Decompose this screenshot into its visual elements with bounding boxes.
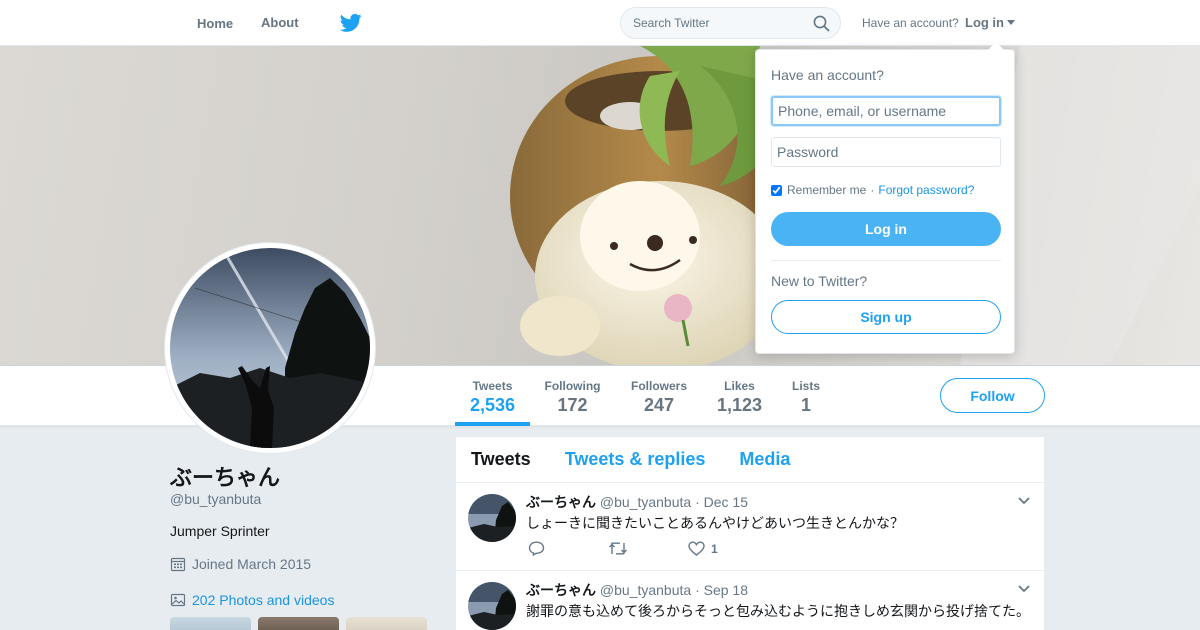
photo-thumbnail[interactable] xyxy=(346,617,427,630)
top-navigation-bar: Home About Have an account? Log in xyxy=(0,0,1200,46)
tweet-author-handle[interactable]: @bu_tyanbuta xyxy=(600,582,691,598)
new-to-twitter-text: New to Twitter? xyxy=(771,273,868,289)
remember-me-checkbox[interactable] xyxy=(771,184,782,196)
tweet-separator: · xyxy=(695,582,700,598)
chevron-down-icon[interactable] xyxy=(1018,497,1030,505)
signup-button[interactable]: Sign up xyxy=(771,300,1001,334)
photos-link-text: 202 Photos and videos xyxy=(192,592,335,608)
login-button[interactable]: Log in xyxy=(771,212,1001,246)
remember-separator: · xyxy=(870,183,875,197)
twitter-bird-icon xyxy=(340,13,362,32)
tweet-author-name[interactable]: ぶーちゃん xyxy=(526,582,596,598)
login-toggle-label: Log in xyxy=(965,15,1004,30)
tweet-text: しょーきに聞きたいことあるんやけどあいつ生きとんかな？ xyxy=(526,516,904,532)
stat-likes-value: 1,123 xyxy=(716,395,763,415)
retweet-icon xyxy=(609,542,627,555)
photo-thumbnail[interactable] xyxy=(258,617,339,630)
stat-following-label: Following xyxy=(544,379,601,393)
stat-tweets-value: 2,536 xyxy=(469,395,516,415)
profile-avatar[interactable] xyxy=(165,243,375,453)
password-field[interactable] xyxy=(771,137,1001,167)
tweet-author-name[interactable]: ぶーちゃん xyxy=(526,494,596,510)
dropdown-arrow xyxy=(988,42,1004,50)
username-field[interactable] xyxy=(771,96,1001,126)
chevron-down-icon[interactable] xyxy=(1018,585,1030,593)
avatar-image xyxy=(170,248,370,448)
image-icon xyxy=(170,593,186,607)
like-action[interactable]: 1 xyxy=(688,541,768,556)
profile-handle[interactable]: @bu_tyanbuta xyxy=(170,491,261,507)
stat-likes[interactable]: Likes 1,123 xyxy=(712,366,767,426)
nav-home-label: Home xyxy=(197,15,234,31)
search-box xyxy=(620,7,841,39)
reply-action[interactable] xyxy=(528,541,608,556)
stat-followers-label: Followers xyxy=(630,379,687,393)
tweet-actions: 1 xyxy=(528,541,768,556)
stat-lists-value: 1 xyxy=(800,395,811,415)
tweet-separator: · xyxy=(695,494,700,510)
calendar-icon xyxy=(170,557,186,572)
stat-followers[interactable]: Followers 247 xyxy=(625,366,693,426)
profile-bio: Jumper Sprinter xyxy=(170,523,270,539)
remember-me-row: Remember me · Forgot password? xyxy=(771,183,974,197)
search-input[interactable] xyxy=(621,8,801,38)
tweet-header: ぶーちゃん @bu_tyanbuta · Dec 15 xyxy=(526,492,748,512)
photo-thumbnails xyxy=(170,617,427,630)
nav-about-link[interactable]: About xyxy=(261,0,299,46)
timeline: Tweets Tweets & replies Media ぶーちゃん @bu_… xyxy=(456,437,1044,630)
tweet-timestamp[interactable]: Sep 18 xyxy=(704,582,748,598)
like-count: 1 xyxy=(711,541,718,556)
remember-me-label[interactable]: Remember me xyxy=(787,183,866,197)
timeline-tabs: Tweets Tweets & replies Media xyxy=(456,437,1044,483)
photo-thumbnail[interactable] xyxy=(170,617,251,630)
tweet-author-handle[interactable]: @bu_tyanbuta xyxy=(600,494,691,510)
reply-icon xyxy=(528,541,545,556)
stat-lists[interactable]: Lists 1 xyxy=(786,366,826,426)
login-dropdown-toggle[interactable]: Log in xyxy=(965,0,1015,46)
tweet-item[interactable]: ぶーちゃん @bu_tyanbuta · Sep 18 謝罪の意も込めて後ろから… xyxy=(456,571,1044,630)
stat-lists-label: Lists xyxy=(791,379,820,393)
tweet-avatar[interactable] xyxy=(468,494,516,542)
tweet-timestamp[interactable]: Dec 15 xyxy=(704,494,748,510)
retweet-action[interactable] xyxy=(608,541,688,556)
tab-media[interactable]: Media xyxy=(739,449,790,470)
tweet-header: ぶーちゃん @bu_tyanbuta · Sep 18 xyxy=(526,580,748,600)
heart-icon xyxy=(688,541,705,556)
joined-text: Joined March 2015 xyxy=(192,556,312,572)
stat-followers-value: 247 xyxy=(643,395,675,415)
tweet-text: 謝罪の意も込めて後ろからそっと包み込むように抱きしめ玄関から投げ捨てた。 xyxy=(526,604,1030,620)
profile-joined-date: Joined March 2015 xyxy=(170,556,311,572)
search-icon[interactable] xyxy=(813,15,830,32)
forgot-password-link[interactable]: Forgot password? xyxy=(878,183,974,197)
caret-down-icon xyxy=(1007,20,1015,25)
profile-name[interactable]: ぶーちゃん xyxy=(170,460,280,492)
have-account-text: Have an account? xyxy=(862,16,959,30)
tab-tweets[interactable]: Tweets xyxy=(471,449,531,470)
stat-tweets[interactable]: Tweets 2,536 xyxy=(455,366,530,426)
nav-home-link[interactable]: Home xyxy=(170,0,362,46)
dropdown-title: Have an account? xyxy=(771,67,884,83)
stat-following-value: 172 xyxy=(557,395,588,415)
stat-following[interactable]: Following 172 xyxy=(540,366,605,426)
stat-likes-label: Likes xyxy=(724,379,755,393)
dropdown-divider xyxy=(771,260,1001,261)
tab-tweets-and-replies[interactable]: Tweets & replies xyxy=(565,449,706,470)
photos-and-videos-link[interactable]: 202 Photos and videos xyxy=(170,592,334,608)
tweet-avatar[interactable] xyxy=(468,582,516,630)
stat-tweets-label: Tweets xyxy=(472,379,513,393)
login-dropdown: Have an account? Remember me · Forgot pa… xyxy=(755,42,1015,354)
follow-button[interactable]: Follow xyxy=(940,378,1045,413)
tweet-item[interactable]: ぶーちゃん @bu_tyanbuta · Dec 15 しょーきに聞きたいことあ… xyxy=(456,483,1044,571)
